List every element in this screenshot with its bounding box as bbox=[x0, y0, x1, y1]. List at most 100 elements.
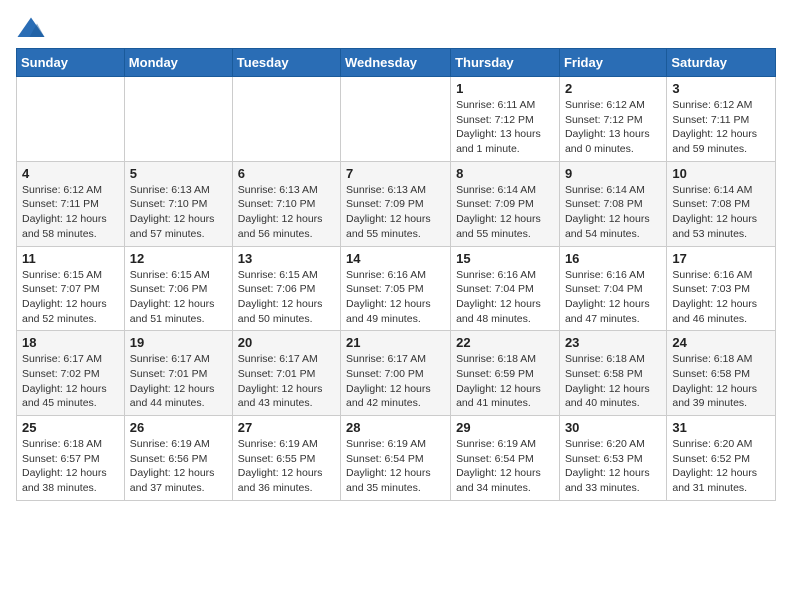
calendar-cell: 10 Sunrise: 6:14 AM Sunset: 7:08 PM Dayli… bbox=[667, 161, 776, 246]
logo bbox=[16, 16, 48, 40]
calendar-cell: 24 Sunrise: 6:18 AM Sunset: 6:58 PM Dayli… bbox=[667, 331, 776, 416]
calendar-cell: 18Sunrise: 6:17 AM Sunset: 7:02 PM Dayli… bbox=[17, 331, 125, 416]
day-number: 11 bbox=[22, 251, 119, 266]
calendar-cell: 29 Sunrise: 6:19 AM Sunset: 6:54 PM Dayli… bbox=[451, 416, 560, 501]
day-info: Sunrise: 6:19 AM Sunset: 6:54 PM Dayligh… bbox=[456, 437, 554, 496]
day-number: 30 bbox=[565, 420, 661, 435]
day-number: 10 bbox=[672, 166, 770, 181]
day-number: 4 bbox=[22, 166, 119, 181]
header-day-sunday: Sunday bbox=[17, 49, 125, 77]
day-info: Sunrise: 6:15 AM Sunset: 7:07 PM Dayligh… bbox=[22, 268, 119, 327]
day-info: Sunrise: 6:17 AM Sunset: 7:01 PM Dayligh… bbox=[130, 352, 227, 411]
day-number: 31 bbox=[672, 420, 770, 435]
calendar-cell: 1 Sunrise: 6:11 AM Sunset: 7:12 PM Daylig… bbox=[451, 77, 560, 162]
day-info: Sunrise: 6:11 AM Sunset: 7:12 PM Dayligh… bbox=[456, 98, 554, 157]
day-number: 29 bbox=[456, 420, 554, 435]
calendar-cell: 19 Sunrise: 6:17 AM Sunset: 7:01 PM Dayli… bbox=[124, 331, 232, 416]
day-info: Sunrise: 6:13 AM Sunset: 7:10 PM Dayligh… bbox=[238, 183, 335, 242]
calendar-cell: 31 Sunrise: 6:20 AM Sunset: 6:52 PM Dayli… bbox=[667, 416, 776, 501]
calendar-cell: 26 Sunrise: 6:19 AM Sunset: 6:56 PM Dayli… bbox=[124, 416, 232, 501]
day-info: Sunrise: 6:20 AM Sunset: 6:53 PM Dayligh… bbox=[565, 437, 661, 496]
day-info: Sunrise: 6:19 AM Sunset: 6:56 PM Dayligh… bbox=[130, 437, 227, 496]
header-day-friday: Friday bbox=[559, 49, 666, 77]
day-info: Sunrise: 6:12 AM Sunset: 7:11 PM Dayligh… bbox=[22, 183, 119, 242]
calendar-cell: 13 Sunrise: 6:15 AM Sunset: 7:06 PM Dayli… bbox=[232, 246, 340, 331]
day-info: Sunrise: 6:15 AM Sunset: 7:06 PM Dayligh… bbox=[130, 268, 227, 327]
day-info: Sunrise: 6:17 AM Sunset: 7:01 PM Dayligh… bbox=[238, 352, 335, 411]
header-day-wednesday: Wednesday bbox=[341, 49, 451, 77]
day-info: Sunrise: 6:13 AM Sunset: 7:09 PM Dayligh… bbox=[346, 183, 445, 242]
day-number: 25 bbox=[22, 420, 119, 435]
day-info: Sunrise: 6:18 AM Sunset: 6:59 PM Dayligh… bbox=[456, 352, 554, 411]
day-number: 14 bbox=[346, 251, 445, 266]
header-day-thursday: Thursday bbox=[451, 49, 560, 77]
day-number: 17 bbox=[672, 251, 770, 266]
calendar-cell: 3Sunrise: 6:12 AM Sunset: 7:11 PM Daylig… bbox=[667, 77, 776, 162]
day-info: Sunrise: 6:18 AM Sunset: 6:57 PM Dayligh… bbox=[22, 437, 119, 496]
calendar-cell bbox=[124, 77, 232, 162]
day-info: Sunrise: 6:15 AM Sunset: 7:06 PM Dayligh… bbox=[238, 268, 335, 327]
calendar-cell: 14 Sunrise: 6:16 AM Sunset: 7:05 PM Dayli… bbox=[341, 246, 451, 331]
day-number: 6 bbox=[238, 166, 335, 181]
calendar-cell: 11 Sunrise: 6:15 AM Sunset: 7:07 PM Dayli… bbox=[17, 246, 125, 331]
day-info: Sunrise: 6:16 AM Sunset: 7:05 PM Dayligh… bbox=[346, 268, 445, 327]
calendar-table: SundayMondayTuesdayWednesdayThursdayFrid… bbox=[16, 48, 776, 501]
day-number: 9 bbox=[565, 166, 661, 181]
calendar-cell: 30 Sunrise: 6:20 AM Sunset: 6:53 PM Dayli… bbox=[559, 416, 666, 501]
calendar-cell: 2Sunrise: 6:12 AM Sunset: 7:12 PM Daylig… bbox=[559, 77, 666, 162]
calendar-cell: 27 Sunrise: 6:19 AM Sunset: 6:55 PM Dayli… bbox=[232, 416, 340, 501]
calendar-cell: 16Sunrise: 6:16 AM Sunset: 7:04 PM Dayli… bbox=[559, 246, 666, 331]
day-info: Sunrise: 6:17 AM Sunset: 7:02 PM Dayligh… bbox=[22, 352, 119, 411]
calendar-week-5: 25 Sunrise: 6:18 AM Sunset: 6:57 PM Dayli… bbox=[17, 416, 776, 501]
day-info: Sunrise: 6:19 AM Sunset: 6:55 PM Dayligh… bbox=[238, 437, 335, 496]
calendar-cell: 22 Sunrise: 6:18 AM Sunset: 6:59 PM Dayli… bbox=[451, 331, 560, 416]
calendar-cell bbox=[17, 77, 125, 162]
calendar-cell: 20 Sunrise: 6:17 AM Sunset: 7:01 PM Dayli… bbox=[232, 331, 340, 416]
day-number: 8 bbox=[456, 166, 554, 181]
day-number: 23 bbox=[565, 335, 661, 350]
day-info: Sunrise: 6:16 AM Sunset: 7:04 PM Dayligh… bbox=[565, 268, 661, 327]
day-number: 3 bbox=[672, 81, 770, 96]
calendar-cell: 28Sunrise: 6:19 AM Sunset: 6:54 PM Dayli… bbox=[341, 416, 451, 501]
day-number: 21 bbox=[346, 335, 445, 350]
day-number: 27 bbox=[238, 420, 335, 435]
day-number: 24 bbox=[672, 335, 770, 350]
calendar-cell: 9Sunrise: 6:14 AM Sunset: 7:08 PM Daylig… bbox=[559, 161, 666, 246]
calendar-week-4: 18Sunrise: 6:17 AM Sunset: 7:02 PM Dayli… bbox=[17, 331, 776, 416]
day-number: 5 bbox=[130, 166, 227, 181]
calendar-cell: 23 Sunrise: 6:18 AM Sunset: 6:58 PM Dayli… bbox=[559, 331, 666, 416]
day-number: 26 bbox=[130, 420, 227, 435]
day-number: 15 bbox=[456, 251, 554, 266]
day-info: Sunrise: 6:20 AM Sunset: 6:52 PM Dayligh… bbox=[672, 437, 770, 496]
calendar-header-row: SundayMondayTuesdayWednesdayThursdayFrid… bbox=[17, 49, 776, 77]
day-number: 1 bbox=[456, 81, 554, 96]
header-day-monday: Monday bbox=[124, 49, 232, 77]
header-day-tuesday: Tuesday bbox=[232, 49, 340, 77]
header bbox=[16, 16, 776, 40]
day-number: 19 bbox=[130, 335, 227, 350]
calendar-cell: 8Sunrise: 6:14 AM Sunset: 7:09 PM Daylig… bbox=[451, 161, 560, 246]
day-info: Sunrise: 6:18 AM Sunset: 6:58 PM Dayligh… bbox=[565, 352, 661, 411]
day-info: Sunrise: 6:12 AM Sunset: 7:12 PM Dayligh… bbox=[565, 98, 661, 157]
calendar-cell: 21 Sunrise: 6:17 AM Sunset: 7:00 PM Dayli… bbox=[341, 331, 451, 416]
calendar-cell: 6 Sunrise: 6:13 AM Sunset: 7:10 PM Daylig… bbox=[232, 161, 340, 246]
calendar-cell bbox=[341, 77, 451, 162]
day-info: Sunrise: 6:13 AM Sunset: 7:10 PM Dayligh… bbox=[130, 183, 227, 242]
day-info: Sunrise: 6:17 AM Sunset: 7:00 PM Dayligh… bbox=[346, 352, 445, 411]
day-number: 7 bbox=[346, 166, 445, 181]
calendar-cell: 17Sunrise: 6:16 AM Sunset: 7:03 PM Dayli… bbox=[667, 246, 776, 331]
day-info: Sunrise: 6:14 AM Sunset: 7:08 PM Dayligh… bbox=[672, 183, 770, 242]
day-info: Sunrise: 6:18 AM Sunset: 6:58 PM Dayligh… bbox=[672, 352, 770, 411]
calendar-cell bbox=[232, 77, 340, 162]
day-number: 12 bbox=[130, 251, 227, 266]
calendar-cell: 15Sunrise: 6:16 AM Sunset: 7:04 PM Dayli… bbox=[451, 246, 560, 331]
calendar-week-1: 1 Sunrise: 6:11 AM Sunset: 7:12 PM Daylig… bbox=[17, 77, 776, 162]
calendar-cell: 7 Sunrise: 6:13 AM Sunset: 7:09 PM Daylig… bbox=[341, 161, 451, 246]
calendar-cell: 25 Sunrise: 6:18 AM Sunset: 6:57 PM Dayli… bbox=[17, 416, 125, 501]
calendar-cell: 12 Sunrise: 6:15 AM Sunset: 7:06 PM Dayli… bbox=[124, 246, 232, 331]
header-day-saturday: Saturday bbox=[667, 49, 776, 77]
day-number: 22 bbox=[456, 335, 554, 350]
day-number: 13 bbox=[238, 251, 335, 266]
calendar-week-3: 11 Sunrise: 6:15 AM Sunset: 7:07 PM Dayli… bbox=[17, 246, 776, 331]
day-number: 20 bbox=[238, 335, 335, 350]
